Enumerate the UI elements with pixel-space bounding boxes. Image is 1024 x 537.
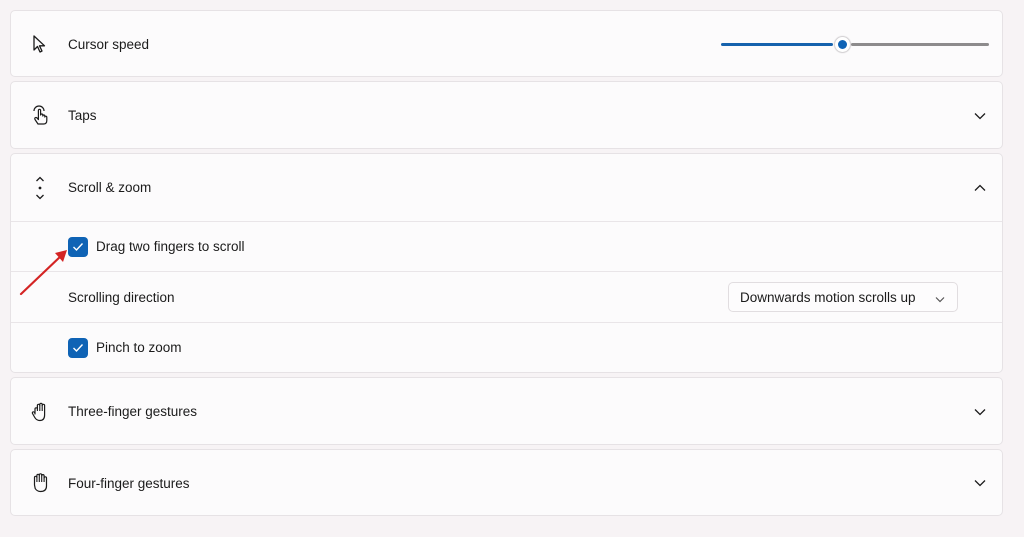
pinch-to-zoom-row: Pinch to zoom <box>11 322 1002 372</box>
pinch-to-zoom-label: Pinch to zoom <box>96 340 182 355</box>
pinch-to-zoom-checkbox[interactable] <box>68 337 88 358</box>
chevron-down-icon <box>935 291 945 306</box>
scrolling-direction-label: Scrolling direction <box>68 289 175 305</box>
taps-card[interactable]: Taps <box>10 81 1003 149</box>
chevron-down-icon[interactable] <box>972 404 988 420</box>
three-finger-card[interactable]: Three-finger gestures <box>10 377 1003 445</box>
slider-thumb[interactable] <box>835 37 850 52</box>
taps-label: Taps <box>68 108 97 123</box>
scroll-zoom-label: Scroll & zoom <box>68 180 152 195</box>
scrolling-direction-value: Downwards motion scrolls up <box>740 289 916 305</box>
cursor-speed-card: Cursor speed <box>10 10 1003 77</box>
chevron-down-icon[interactable] <box>972 475 988 491</box>
scrolling-direction-dropdown[interactable]: Downwards motion scrolls up <box>728 282 958 312</box>
slider-track-filled <box>721 43 833 46</box>
scroll-zoom-card: Scroll & zoom Drag two fingers to scroll… <box>10 153 1003 373</box>
four-finger-card[interactable]: Four-finger gestures <box>10 449 1003 516</box>
cursor-speed-slider[interactable] <box>721 11 989 77</box>
cursor-pointer-icon <box>27 31 53 57</box>
scrolling-direction-row: Scrolling direction Downwards motion scr… <box>11 271 1002 322</box>
hand-four-finger-icon <box>27 470 53 496</box>
scroll-zoom-header[interactable]: Scroll & zoom <box>11 154 1002 221</box>
drag-two-fingers-row: Drag two fingers to scroll <box>11 221 1002 271</box>
four-finger-label: Four-finger gestures <box>68 475 190 491</box>
chevron-down-icon[interactable] <box>972 108 988 124</box>
drag-two-fingers-label: Drag two fingers to scroll <box>96 239 245 254</box>
annotation-arrow-icon <box>19 250 67 296</box>
hand-three-finger-icon <box>27 399 53 425</box>
tap-gesture-icon <box>27 103 53 129</box>
three-finger-label: Three-finger gestures <box>68 404 198 419</box>
cursor-speed-label: Cursor speed <box>68 36 150 52</box>
scroll-icon <box>27 175 53 201</box>
slider-track-remaining <box>851 43 989 46</box>
chevron-up-icon[interactable] <box>972 180 988 196</box>
